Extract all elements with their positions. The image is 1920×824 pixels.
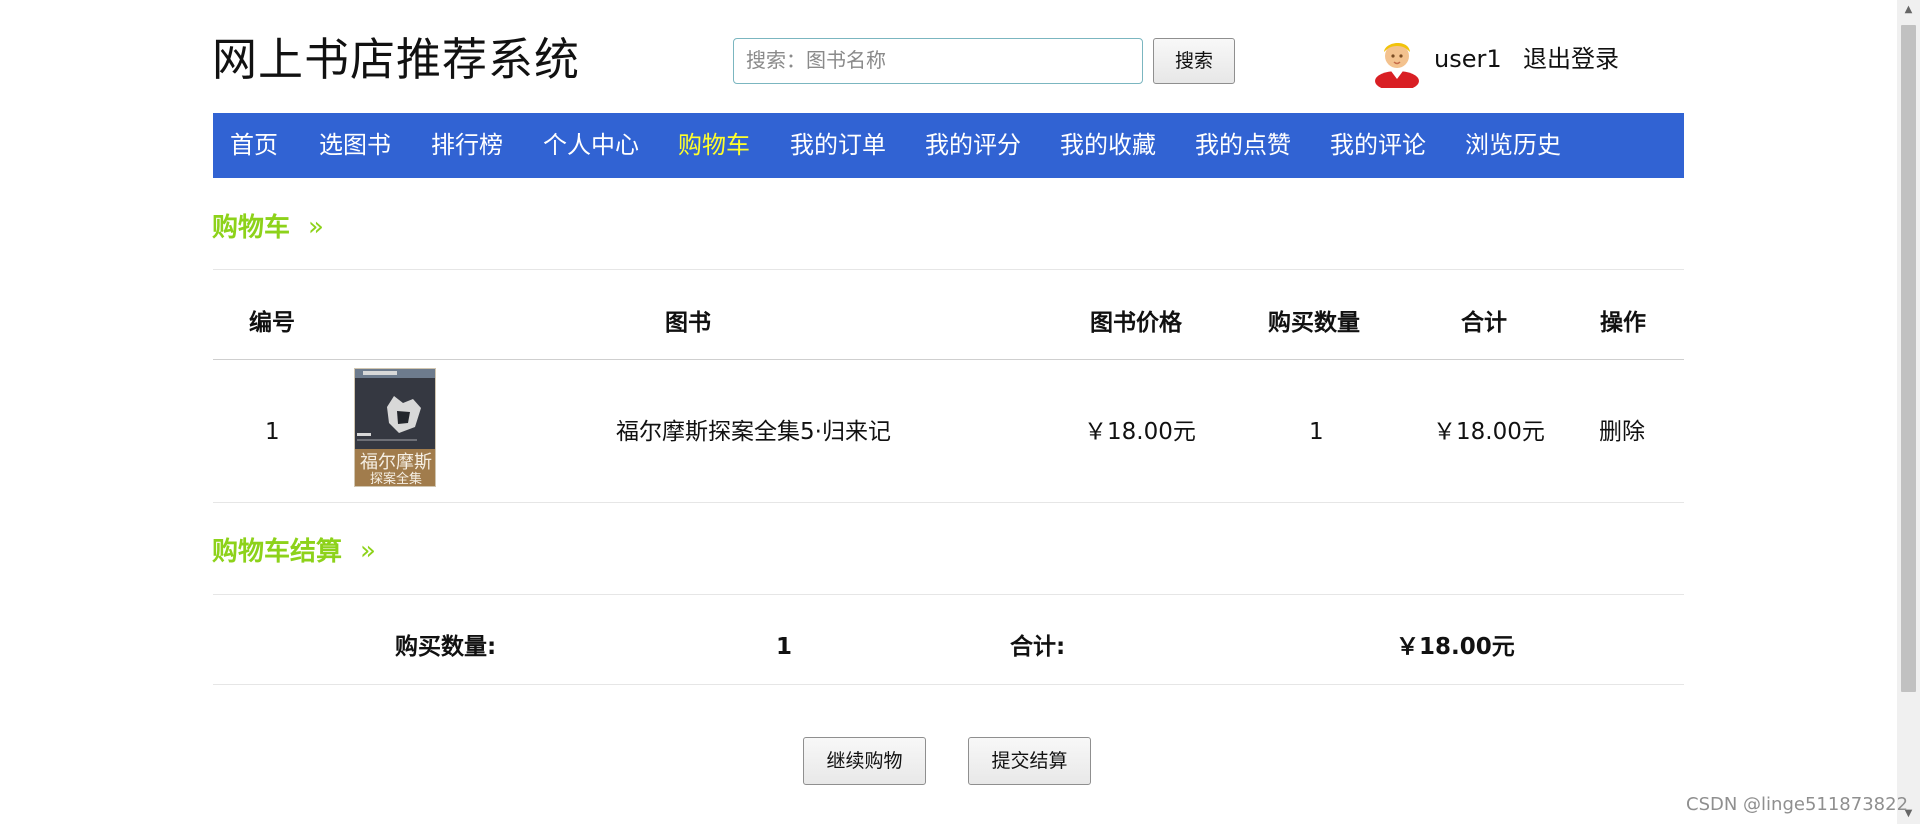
nav-select-books[interactable]: 选图书 — [319, 113, 391, 178]
book-cover-art: 福尔摩斯 探案全集 — [355, 369, 435, 487]
submit-checkout-button[interactable]: 提交结算 — [968, 737, 1091, 785]
book-name: 福尔摩斯探案全集5·归来记 — [616, 419, 891, 445]
cart-section-title: 购物车 » — [212, 211, 324, 245]
checkout-divider — [213, 594, 1684, 595]
summary-quantity-label: 购买数量: — [395, 634, 497, 660]
summary-divider — [213, 684, 1684, 685]
cart-item-id: 1 — [265, 419, 280, 445]
row-total: ￥18.00元 — [1433, 419, 1545, 445]
checkout-section-title: 购物车结算 » — [212, 535, 376, 569]
nav-my-ratings[interactable]: 我的评分 — [925, 113, 1021, 178]
checkout-section-label: 购物车结算 — [212, 537, 343, 567]
search-button[interactable]: 搜索 — [1153, 38, 1235, 84]
column-header-total: 合计 — [1461, 310, 1507, 336]
watermark: CSDN @linge511873822 — [1686, 794, 1909, 815]
scrollbar-thumb[interactable] — [1901, 25, 1916, 692]
vertical-scrollbar[interactable]: ▲ ▼ — [1897, 0, 1920, 824]
delete-item-link[interactable]: 删除 — [1599, 415, 1645, 449]
nav-shopping-cart[interactable]: 购物车 — [678, 113, 750, 178]
table-bottom-divider — [213, 502, 1684, 503]
purchase-quantity: 1 — [1309, 419, 1324, 445]
nav-my-favorites[interactable]: 我的收藏 — [1060, 113, 1156, 178]
user-avatar-icon — [1375, 42, 1419, 88]
nav-personal-center[interactable]: 个人中心 — [543, 113, 639, 178]
cart-section-label: 购物车 — [212, 213, 291, 243]
search-input[interactable] — [733, 38, 1143, 84]
book-cover-image: 福尔摩斯 探案全集 — [354, 368, 436, 487]
nav-browsing-history[interactable]: 浏览历史 — [1465, 113, 1561, 178]
summary-total-label: 合计: — [1010, 634, 1066, 660]
book-price: ￥18.00元 — [1084, 419, 1196, 445]
nav-home[interactable]: 首页 — [230, 113, 278, 178]
section-divider — [213, 269, 1684, 270]
shopping-cart-page: 网上书店推荐系统 搜索 user1 退出登录 首页 选图书 排行榜 个人中心 购… — [0, 0, 1920, 824]
column-header-price: 图书价格 — [1090, 310, 1182, 336]
continue-shopping-button[interactable]: 继续购物 — [803, 737, 926, 785]
username-link[interactable]: user1 — [1434, 42, 1502, 76]
nav-my-orders[interactable]: 我的订单 — [790, 113, 886, 178]
main-navigation: 首页 选图书 排行榜 个人中心 购物车 我的订单 我的评分 我的收藏 我的点赞 … — [213, 113, 1684, 178]
logout-link[interactable]: 退出登录 — [1523, 42, 1619, 76]
book-cover-title-line-1: 福尔摩斯 — [360, 452, 432, 473]
table-header-divider — [213, 359, 1684, 360]
summary-quantity-value: 1 — [776, 634, 793, 660]
column-header-id: 编号 — [249, 310, 295, 336]
chevron-right-icon: » — [308, 212, 324, 242]
book-cover-title-line-2: 探案全集 — [370, 471, 422, 487]
nav-my-likes[interactable]: 我的点赞 — [1195, 113, 1291, 178]
column-header-book: 图书 — [665, 310, 711, 336]
site-title: 网上书店推荐系统 — [212, 33, 581, 86]
nav-ranking[interactable]: 排行榜 — [431, 113, 503, 178]
column-header-quantity: 购买数量 — [1268, 310, 1360, 336]
column-header-action: 操作 — [1600, 310, 1646, 336]
chevron-right-icon: » — [360, 536, 376, 566]
summary-total-value: ￥18.00元 — [1396, 634, 1515, 660]
nav-my-comments[interactable]: 我的评论 — [1330, 113, 1426, 178]
scroll-up-icon[interactable]: ▲ — [1897, 0, 1920, 20]
